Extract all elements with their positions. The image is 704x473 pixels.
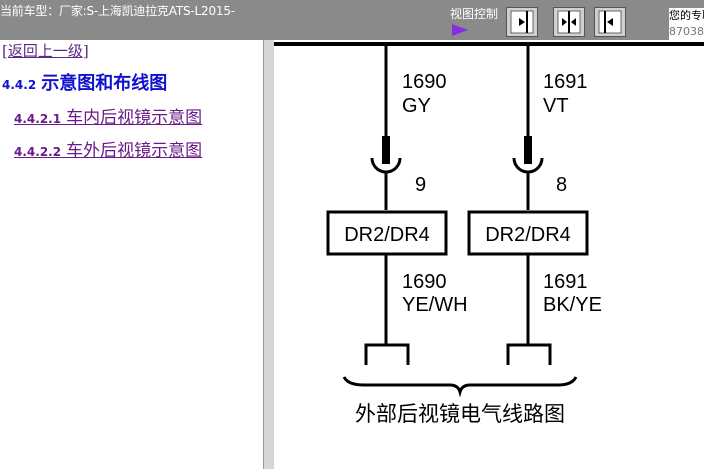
wiring-diagram: 1690 GY 9 DR2/DR4 1690 YE/WH 1691 VT 8 D…: [274, 40, 704, 469]
split-view-button[interactable]: [553, 7, 585, 37]
component-brace: [342, 376, 578, 398]
nav-item-label: 车外后视镜示意图: [66, 141, 203, 161]
collapse-right-button[interactable]: [594, 7, 626, 37]
circuit-label: 1691: [543, 71, 588, 93]
wire-color-label: VT: [543, 95, 569, 117]
back-link[interactable]: [返回上一级]: [2, 40, 89, 61]
nav-item-number: 4.4.2.2: [14, 145, 62, 159]
collapse-left-button[interactable]: [506, 7, 538, 37]
connector-label: DR2/DR4: [485, 224, 571, 246]
ground-right: [506, 343, 552, 365]
circuit-label: 1691: [543, 271, 588, 293]
vehicle-label: 当前车型：厂家:S-上海凯迪拉克ATS-L2015-: [0, 4, 235, 18]
header-bar: 当前车型：厂家:S-上海凯迪拉克ATS-L2015- 视图控制 您的专职客 87…: [0, 0, 704, 40]
panel-splitter[interactable]: [263, 40, 274, 469]
diagram-caption: 外部后视镜电气线路图: [355, 403, 565, 426]
view-control-label: 视图控制: [450, 7, 499, 21]
collapse-left-icon: [510, 10, 534, 34]
circuit-label: 1690: [402, 71, 447, 93]
user-info: 您的专职客 87038205: [669, 8, 704, 40]
collapse-right-icon: [598, 10, 622, 34]
circuit-label: 1690: [402, 271, 447, 293]
wire-color-label: GY: [402, 95, 431, 117]
wire-color-label: BK/YE: [543, 294, 602, 316]
nav-item-label: 车内后视镜示意图: [66, 108, 203, 128]
split-view-icon: [557, 10, 581, 34]
pin-right: [524, 136, 532, 164]
nav-panel: [返回上一级] 4.4.2 示意图和布线图 4.4.2.1 车内后视镜示意图 4…: [0, 40, 263, 469]
section-title: 示意图和布线图: [41, 73, 168, 94]
section-number: 4.4.2: [2, 78, 37, 92]
section-heading[interactable]: 4.4.2 示意图和布线图: [2, 69, 167, 95]
pin-number-label: 8: [556, 174, 567, 196]
phone-number: 87038205: [669, 25, 704, 38]
play-icon[interactable]: [452, 24, 468, 36]
connector-label: DR2/DR4: [344, 224, 430, 246]
pin-left: [382, 136, 390, 164]
nav-item-outer-mirror[interactable]: 4.4.2.2 车外后视镜示意图: [14, 136, 202, 161]
pin-number-label: 9: [415, 174, 426, 196]
nav-item-number: 4.4.2.1: [14, 112, 62, 126]
wire-color-label: YE/WH: [402, 294, 468, 316]
ground-left: [364, 343, 410, 365]
user-text: 您的专职客: [669, 9, 704, 22]
nav-item-inner-mirror[interactable]: 4.4.2.1 车内后视镜示意图: [14, 103, 202, 128]
